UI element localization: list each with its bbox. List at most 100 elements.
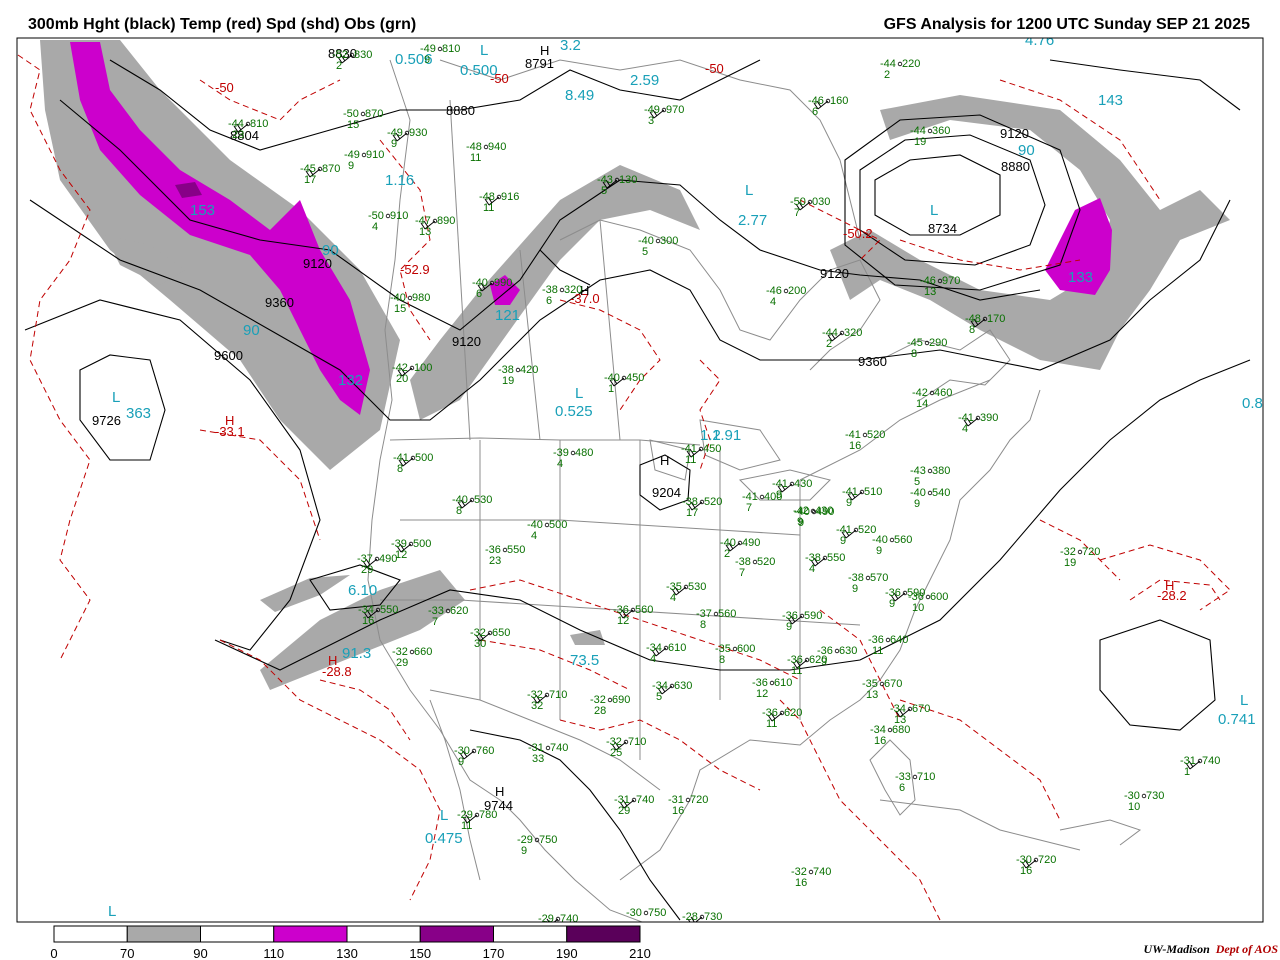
height-contour	[109, 59, 761, 151]
obs-dewpoint-depression: 6	[476, 288, 482, 300]
wind-speed-label: 132	[338, 372, 363, 389]
obs-dewpoint-depression: 17	[686, 507, 698, 519]
obs-height: 670	[884, 678, 902, 690]
weather-map: 8830879188808804912093609600972691209120…	[16, 37, 1264, 960]
obs-height: 430	[794, 478, 812, 490]
obs-height: 360	[932, 125, 950, 137]
legend-segment	[126, 925, 201, 943]
legend-segment	[273, 925, 348, 943]
obs-dewpoint-depression: 6	[899, 782, 905, 794]
obs-height: 730	[1146, 790, 1164, 802]
obs-dewpoint-depression: 6	[546, 295, 552, 307]
station-observation: -41 5209	[836, 524, 876, 547]
station-observation: -44 2202	[880, 58, 920, 81]
obs-height: 650	[492, 627, 510, 639]
obs-dewpoint-depression: 2	[884, 69, 890, 81]
wind-speed-label: 133	[1068, 269, 1093, 286]
station-observation: -30 750	[626, 907, 666, 919]
station-observation: -46 2004	[766, 285, 806, 308]
obs-height: 630	[839, 645, 857, 657]
obs-height: 916	[501, 191, 519, 203]
obs-dewpoint-depression: 9	[798, 517, 804, 529]
station-observation: -36 61012	[752, 677, 792, 700]
obs-dewpoint-depression: 9	[786, 621, 792, 633]
obs-dewpoint-depression: 5	[601, 185, 607, 197]
wind-speed-label: 0.475	[425, 830, 463, 847]
low-center-label: L	[1240, 692, 1248, 709]
obs-dewpoint-depression: 16	[795, 877, 807, 889]
obs-dewpoint-depression: 30	[474, 638, 486, 650]
obs-height: 640	[890, 634, 908, 646]
obs-height: 490	[742, 537, 760, 549]
obs-dewpoint-depression: 9	[876, 545, 882, 557]
obs-height: 630	[674, 680, 692, 692]
station-observation: -48 94011	[466, 141, 506, 164]
high-center-label: H	[1165, 578, 1174, 593]
temperature-label: -52.9	[400, 262, 430, 277]
legend-tick-label: 210	[629, 946, 651, 960]
station-observation: -40 5609	[872, 534, 912, 557]
height-label: 9120	[820, 266, 849, 281]
obs-dewpoint-depression: 7	[739, 567, 745, 579]
station-observation: -31 72016	[668, 794, 708, 817]
obs-height: 710	[549, 689, 567, 701]
obs-height: 520	[704, 496, 722, 508]
legend-tick-label: 170	[483, 946, 505, 960]
obs-height: 610	[668, 642, 686, 654]
obs-dewpoint-depression: 4	[557, 458, 563, 470]
obs-dewpoint-depression: 9	[391, 138, 397, 150]
station-observation: -40 5004	[527, 519, 567, 542]
obs-height: 490	[379, 553, 397, 565]
station-observation: -30 72016	[1016, 854, 1056, 877]
obs-height: 810	[250, 118, 268, 130]
wind-speed-label: 91.3	[342, 645, 371, 662]
obs-height: 750	[539, 834, 557, 846]
obs-dewpoint-depression: 2	[826, 338, 832, 350]
obs-height: 740	[636, 794, 654, 806]
station-observation: -36 55023	[485, 544, 525, 567]
height-label: 9120	[452, 334, 481, 349]
obs-height: 550	[380, 604, 398, 616]
station-observation: -44 3202	[822, 327, 862, 350]
wind-barbs	[233, 54, 1201, 922]
obs-height: 500	[549, 519, 567, 531]
obs-dewpoint-depression: 5	[642, 246, 648, 258]
low-center-label: L	[575, 385, 583, 402]
station-observation: -39 4804	[553, 447, 593, 470]
obs-dewpoint-depression: 1	[608, 383, 614, 395]
high-center-label: H	[225, 413, 234, 428]
station-observation: -32 66029	[392, 646, 432, 669]
obs-dewpoint-depression: 14	[916, 398, 928, 410]
obs-height: 600	[930, 591, 948, 603]
obs-dewpoint-depression: 12	[617, 615, 629, 627]
obs-height: 870	[322, 163, 340, 175]
temperature-contour	[219, 639, 441, 901]
obs-height: 970	[666, 104, 684, 116]
wind-speed-label: 8.49	[565, 87, 594, 104]
station-observation: -46 1606	[808, 95, 848, 118]
obs-temperature: -29	[538, 913, 554, 925]
obs-height: 780	[479, 809, 497, 821]
obs-dewpoint-depression: 8	[456, 505, 462, 517]
height-label: 9360	[265, 295, 294, 310]
station-observation: -40 5409	[910, 487, 950, 510]
obs-height: 730	[704, 911, 722, 923]
station-observation: -31 74029	[614, 794, 654, 817]
obs-dewpoint-depression: 20	[396, 373, 408, 385]
obs-height: 460	[934, 387, 952, 399]
station-observation: -38 5207	[735, 556, 775, 579]
obs-height: 560	[894, 534, 912, 546]
station-observation: -50 9104	[368, 210, 408, 233]
obs-dewpoint-depression: 9	[846, 497, 852, 509]
temperature-label: -50	[705, 61, 724, 76]
credit-text: UW-Madison Dept of AOS	[1144, 942, 1278, 957]
station-observation: -34 6104	[646, 642, 686, 665]
coastline	[879, 799, 1081, 851]
obs-height: 740	[550, 742, 568, 754]
obs-height: 830	[354, 49, 372, 61]
obs-dewpoint-depression: 28	[594, 705, 606, 717]
station-observation: -28 730	[682, 911, 722, 923]
station-observation: -31 7401	[1180, 755, 1220, 778]
obs-dewpoint-depression: 11	[791, 665, 802, 677]
obs-dewpoint-depression: 17	[304, 174, 316, 186]
